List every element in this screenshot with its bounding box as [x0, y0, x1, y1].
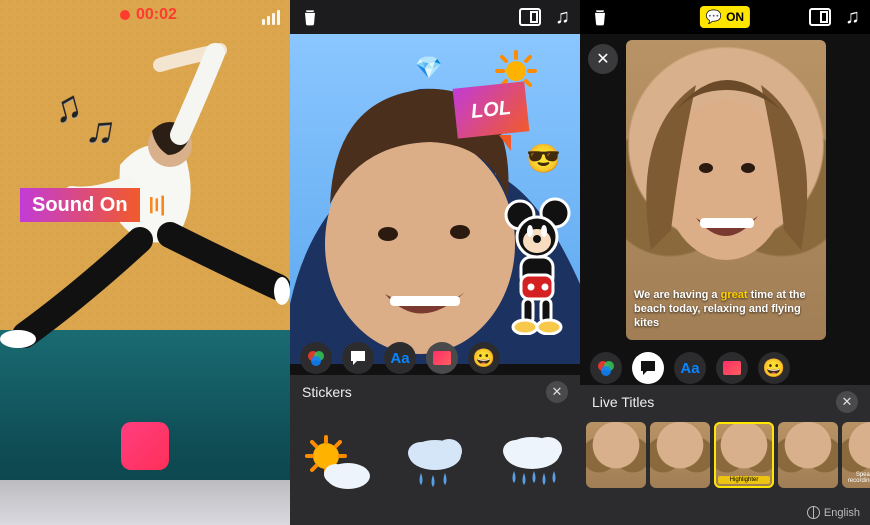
globe-icon — [807, 506, 820, 519]
record-button[interactable] — [121, 422, 169, 470]
emoji-button[interactable]: 😀 — [468, 342, 500, 374]
title-style-thumb[interactable] — [650, 422, 710, 488]
sound-waves-icon: 〣 — [146, 189, 168, 221]
recording-panel: 00:02 ♫ ♫ Sound On 〣 — [0, 0, 290, 525]
live-titles-panel: ♫ 💬 ON ✕ We are having a great time at t… — [580, 0, 870, 525]
stickers-panel: ♫ 💎 LOL 😎 — [290, 0, 580, 525]
speech-button[interactable] — [632, 352, 664, 384]
topbar: ♫ — [290, 0, 580, 34]
lol-text: LOL — [453, 81, 530, 138]
drawer-title: Live Titles — [592, 394, 654, 410]
title-style-thumb-selected[interactable]: Highlighter — [714, 422, 774, 488]
badge-label: ON — [726, 10, 744, 24]
mickey-sticker[interactable] — [495, 195, 575, 335]
title-style-thumb[interactable]: Speak while recording appears — [842, 422, 870, 488]
recording-indicator: 00:02 — [120, 6, 177, 24]
emoji-button[interactable]: 😀 — [758, 352, 790, 384]
close-icon[interactable]: ✕ — [588, 44, 618, 74]
gem-sticker[interactable]: 💎 — [415, 55, 442, 81]
lol-sticker[interactable]: LOL — [455, 85, 527, 151]
recording-time: 00:02 — [136, 6, 177, 24]
title-style-thumb[interactable] — [778, 422, 838, 488]
background-floor — [0, 480, 290, 525]
language-label: English — [824, 507, 860, 519]
music-icon[interactable]: ♫ — [555, 6, 570, 29]
effects-toolbar: Aa 😀 — [290, 340, 580, 376]
close-icon[interactable]: ✕ — [836, 391, 858, 413]
sticker-icon — [433, 351, 451, 365]
stickers-button[interactable] — [716, 352, 748, 384]
stickers-drawer: Stickers ✕ — [290, 375, 580, 525]
live-titles-badge[interactable]: 💬 ON — [700, 6, 750, 28]
live-caption: We are having a great time at the beach … — [634, 288, 818, 330]
sticker-sun-cloud[interactable] — [299, 425, 377, 503]
preview-viewer: We are having a great time at the beach … — [626, 40, 826, 340]
effects-toolbar: Aa 😀 — [580, 350, 870, 386]
cool-emoji-sticker[interactable]: 😎 — [526, 142, 561, 175]
text-button[interactable]: Aa — [674, 352, 706, 384]
live-titles-drawer: Live Titles ✕ Highlighter Speak while re… — [580, 385, 870, 525]
sticker-list — [290, 409, 580, 519]
speech-button[interactable] — [342, 342, 374, 374]
record-dot-icon — [120, 10, 130, 20]
aspect-ratio-icon[interactable] — [809, 8, 831, 26]
title-style-list: Highlighter Speak while recording appear… — [580, 419, 870, 491]
speech-bubble-icon: 💬 — [706, 9, 722, 25]
sticker-cloud-rain[interactable] — [396, 425, 474, 503]
filters-button[interactable] — [590, 352, 622, 384]
filters-button[interactable] — [300, 342, 332, 374]
sticker-icon — [723, 361, 741, 375]
title-style-thumb[interactable] — [586, 422, 646, 488]
language-selector[interactable]: English — [807, 506, 860, 519]
sound-on-label: Sound On — [20, 188, 140, 222]
stickers-button[interactable] — [426, 342, 458, 374]
sticker-storm-cloud[interactable] — [493, 425, 571, 503]
aspect-ratio-icon[interactable] — [519, 8, 541, 26]
sound-on-sticker[interactable]: Sound On 〣 — [20, 188, 168, 222]
trash-icon[interactable] — [590, 7, 610, 27]
music-icon[interactable]: ♫ — [845, 6, 860, 29]
text-button[interactable]: Aa — [384, 342, 416, 374]
signal-icon — [262, 10, 280, 25]
close-icon[interactable]: ✕ — [546, 381, 568, 403]
trash-icon[interactable] — [300, 7, 320, 27]
drawer-title: Stickers — [302, 384, 352, 400]
